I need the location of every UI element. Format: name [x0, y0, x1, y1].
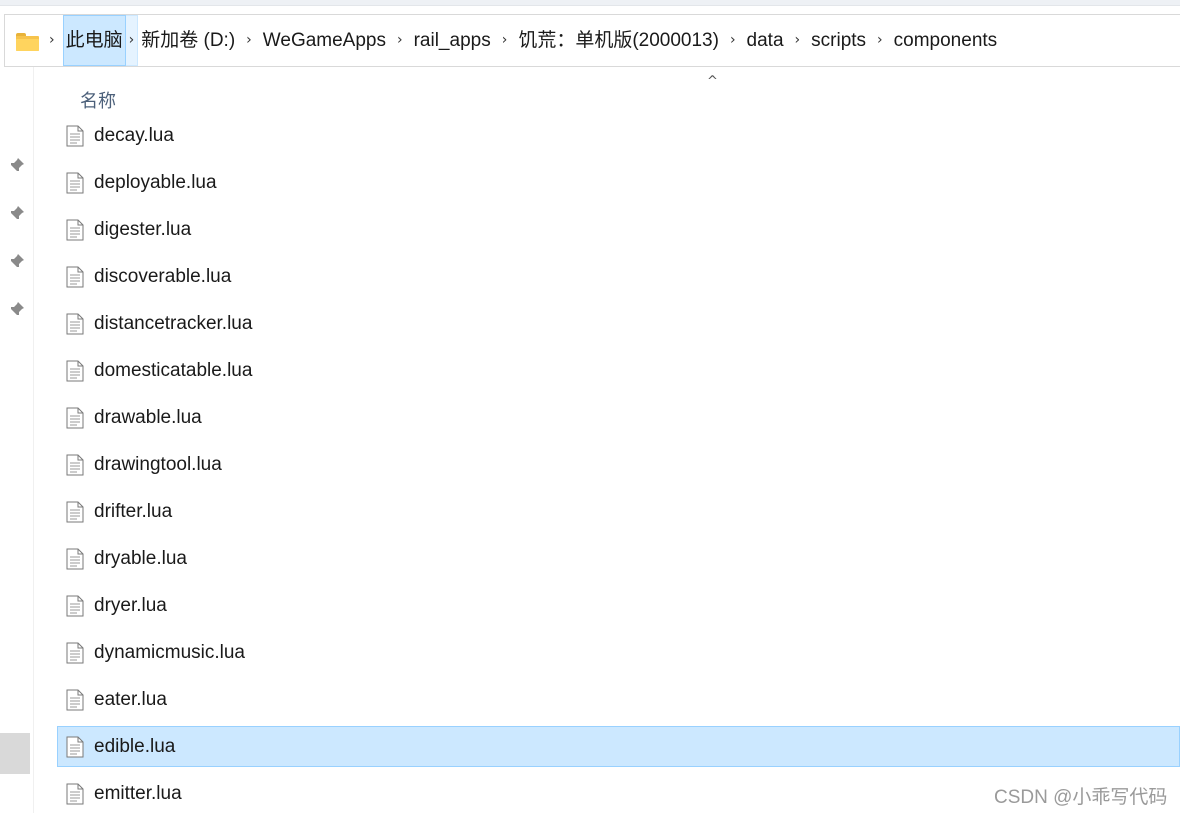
list-item[interactable]: drawable.lua — [57, 394, 1180, 441]
pin-icon[interactable] — [9, 301, 25, 317]
folder-icon — [15, 30, 41, 52]
breadcrumb-data[interactable]: data — [744, 15, 787, 66]
breadcrumb-scripts[interactable]: scripts — [808, 15, 869, 66]
watermark: CSDN @小乖写代码 — [994, 787, 1168, 808]
column-header-name[interactable]: 名称 — [80, 87, 116, 113]
list-item[interactable]: discoverable.lua — [57, 253, 1180, 300]
list-item[interactable]: digester.lua — [57, 206, 1180, 253]
file-icon — [66, 172, 84, 194]
breadcrumb-drive-d[interactable]: 新加卷 (D:) — [138, 15, 238, 66]
navigation-pane — [0, 67, 33, 813]
file-icon — [66, 501, 84, 523]
breadcrumb-components[interactable]: components — [891, 15, 1001, 66]
pane-divider[interactable] — [33, 67, 34, 813]
pin-icon[interactable] — [9, 205, 25, 221]
file-list: decay.lua deployable.lua digester.lua disco… — [57, 112, 1180, 817]
list-item[interactable]: dynamicmusic.lua — [57, 629, 1180, 676]
list-item[interactable]: distancetracker.lua — [57, 300, 1180, 347]
file-icon — [66, 313, 84, 335]
file-icon — [66, 219, 84, 241]
chevron-right-icon[interactable]: › — [41, 14, 63, 67]
file-name: dryable.lua — [94, 547, 187, 569]
chevron-right-icon[interactable]: › — [494, 14, 516, 67]
chevron-right-icon[interactable]: › — [722, 14, 744, 67]
list-item[interactable]: dryable.lua — [57, 535, 1180, 582]
chevron-right-icon[interactable]: › — [869, 14, 891, 67]
file-name: emitter.lua — [94, 782, 182, 804]
file-icon — [66, 689, 84, 711]
file-icon — [66, 125, 84, 147]
list-item[interactable]: drawingtool.lua — [57, 441, 1180, 488]
list-item[interactable]: dryer.lua — [57, 582, 1180, 629]
pin-icon[interactable] — [9, 157, 25, 173]
chevron-up-icon: ^ — [707, 74, 718, 89]
list-item[interactable]: edible.lua — [57, 726, 1180, 767]
list-item[interactable]: drifter.lua — [57, 488, 1180, 535]
breadcrumb-wegameapps[interactable]: WeGameApps — [260, 15, 389, 66]
chevron-right-icon[interactable]: › — [389, 14, 411, 67]
file-icon — [66, 595, 84, 617]
breadcrumb-game-folder[interactable]: 饥荒：单机版(2000013) — [515, 15, 722, 66]
file-name: edible.lua — [94, 735, 176, 757]
chevron-right-icon[interactable]: › — [787, 14, 809, 67]
file-name: eater.lua — [94, 688, 167, 710]
file-icon — [66, 548, 84, 570]
nav-selected-item[interactable] — [0, 733, 30, 774]
file-name: dynamicmusic.lua — [94, 641, 245, 663]
file-name: drifter.lua — [94, 500, 173, 522]
chevron-right-icon[interactable]: › — [238, 14, 260, 67]
file-name: deployable.lua — [94, 171, 217, 193]
file-name: domesticatable.lua — [94, 359, 253, 381]
file-icon — [66, 783, 84, 805]
file-icon — [66, 266, 84, 288]
breadcrumb-rail-apps[interactable]: rail_apps — [411, 15, 494, 66]
file-icon — [66, 736, 84, 758]
list-item[interactable]: deployable.lua — [57, 159, 1180, 206]
file-icon — [66, 360, 84, 382]
file-name: dryer.lua — [94, 594, 167, 616]
file-icon — [66, 407, 84, 429]
file-name: digester.lua — [94, 218, 192, 240]
file-name: drawable.lua — [94, 406, 202, 428]
list-item[interactable]: decay.lua — [57, 112, 1180, 159]
address-bar[interactable]: › 此电脑 › 新加卷 (D:) › WeGameApps › rail_app… — [4, 14, 1180, 67]
file-icon — [66, 454, 84, 476]
list-item[interactable]: domesticatable.lua — [57, 347, 1180, 394]
file-name: distancetracker.lua — [94, 312, 253, 334]
list-item[interactable]: eater.lua — [57, 676, 1180, 723]
file-name: drawingtool.lua — [94, 453, 222, 475]
file-icon — [66, 642, 84, 664]
file-name: decay.lua — [94, 124, 174, 146]
chevron-right-icon[interactable]: › — [125, 15, 139, 66]
window-top-strip — [0, 0, 1180, 6]
breadcrumb-this-pc[interactable]: 此电脑 — [62, 15, 126, 66]
file-name: discoverable.lua — [94, 265, 232, 287]
pin-icon[interactable] — [9, 253, 25, 269]
